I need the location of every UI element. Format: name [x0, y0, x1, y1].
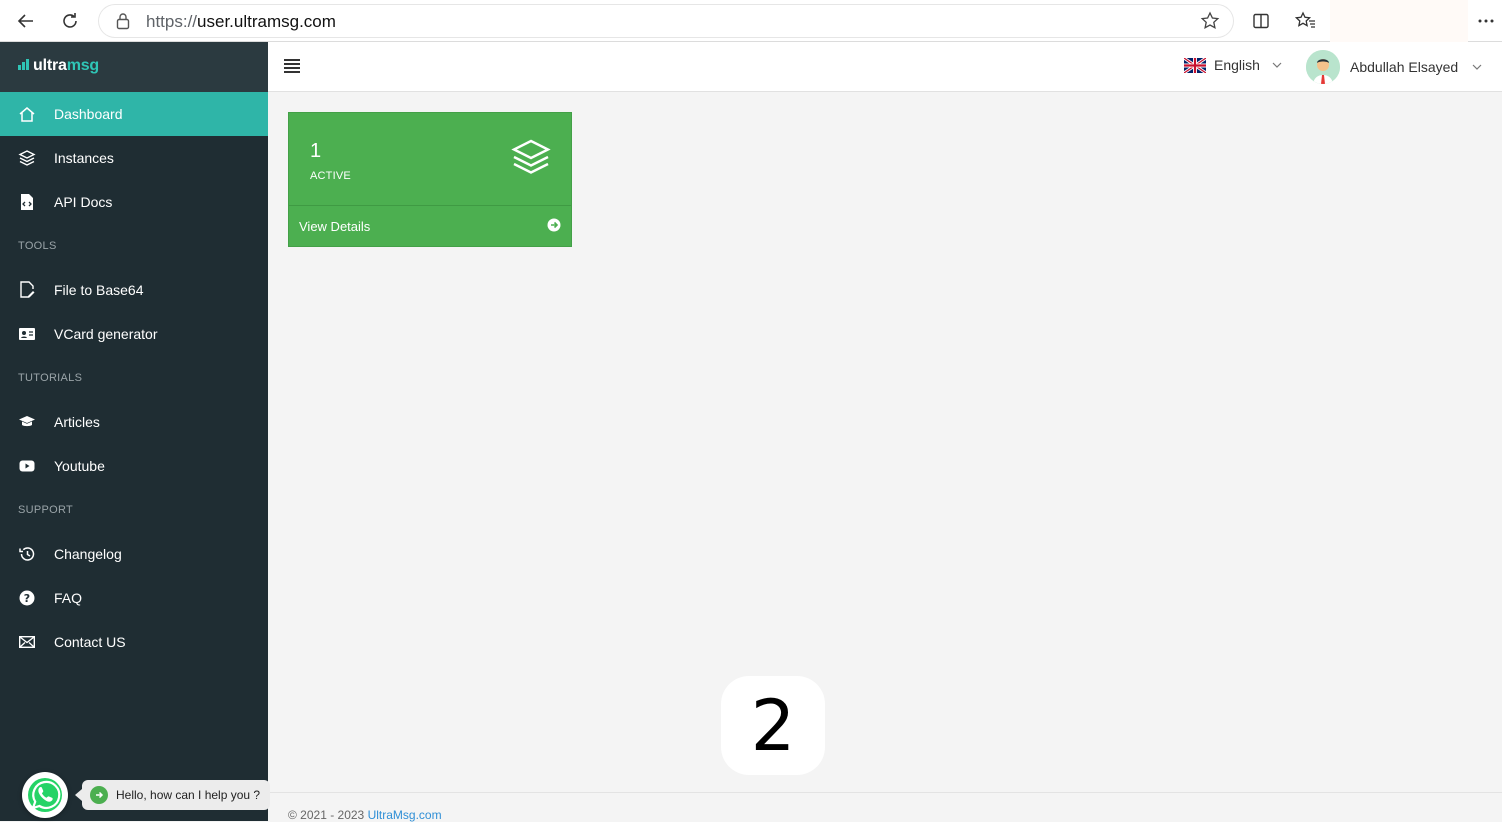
active-label: ACTIVE — [310, 170, 351, 182]
reload-icon[interactable] — [58, 9, 82, 33]
sidebar-item-label: Dashboard — [54, 106, 123, 122]
uk-flag-icon — [1184, 57, 1206, 73]
sidebar-item-label: FAQ — [54, 590, 83, 606]
sidebar-item-vcard-generator[interactable]: VCard generator — [0, 312, 268, 356]
sidebar-item-file-to-base64[interactable]: File to Base64 — [0, 268, 268, 312]
page-footer: © 2021 - 2023 UltraMsg.com — [288, 808, 442, 822]
section-title-support: SUPPORT — [18, 504, 74, 516]
svg-text:?: ? — [24, 592, 30, 605]
view-details-link[interactable]: View Details — [289, 205, 571, 246]
footer-divider — [268, 792, 1502, 793]
more-options-icon[interactable] — [1474, 9, 1498, 33]
whatsapp-chat-button[interactable] — [22, 772, 68, 818]
sidebar-item-label: File to Base64 — [54, 282, 144, 298]
whatsapp-greeting-bubble[interactable]: Hello, how can I help you ? — [74, 780, 271, 810]
sidebar-item-instances[interactable]: Instances — [0, 136, 268, 180]
user-name: Abdullah Elsayed — [1350, 59, 1459, 75]
browser-toolbar: https://user.ultramsg.com — [0, 0, 1502, 46]
file-edit-icon — [18, 281, 36, 299]
whatsapp-icon — [28, 778, 62, 812]
sidebar-item-dashboard[interactable]: Dashboard — [0, 92, 268, 136]
layers-icon — [511, 139, 551, 180]
view-details-label: View Details — [299, 218, 371, 234]
sidebar-item-label: Instances — [54, 150, 114, 166]
blank-overlay — [1330, 0, 1468, 46]
top-header: English Abdullah Elsayed — [268, 42, 1502, 92]
favorite-star-icon[interactable] — [1200, 11, 1220, 36]
whatsapp-message: Hello, how can I help you ? — [116, 788, 261, 802]
section-title-tutorials: TUTORIALS — [18, 372, 83, 384]
sidebar-item-changelog[interactable]: Changelog — [0, 532, 268, 576]
sidebar-item-api-docs[interactable]: API Docs — [0, 180, 268, 224]
sidebar: ultramsg Dashboard Instances API Docs TO… — [0, 42, 268, 821]
sidebar-nav: Dashboard Instances API Docs TOOLS File … — [0, 92, 268, 664]
youtube-icon — [18, 457, 36, 475]
sidebar-item-faq[interactable]: ? FAQ — [0, 576, 268, 620]
hamburger-menu-icon[interactable] — [284, 59, 300, 73]
footer-link-ultramsg[interactable]: UltraMsg.com — [368, 808, 442, 822]
section-title-tools: TOOLS — [18, 240, 57, 252]
arrow-circle-right-icon — [547, 218, 561, 235]
language-label: English — [1214, 57, 1260, 73]
url-text: https://user.ultramsg.com — [146, 12, 336, 31]
sidebar-item-youtube[interactable]: Youtube — [0, 444, 268, 488]
sidebar-item-label: Youtube — [54, 458, 105, 474]
home-icon — [18, 105, 36, 123]
address-bar[interactable]: https://user.ultramsg.com — [98, 4, 1234, 38]
graduation-cap-icon — [18, 413, 36, 431]
chevron-down-icon — [1272, 60, 1282, 71]
copyright-text: © 2021 - 2023 — [288, 808, 368, 822]
split-screen-icon[interactable] — [1249, 9, 1273, 33]
step-number-badge: 2 — [721, 676, 825, 775]
user-menu[interactable]: Abdullah Elsayed — [1306, 50, 1482, 84]
arrow-right-icon — [90, 786, 108, 804]
logo-bars-icon — [18, 58, 32, 70]
question-circle-icon: ? — [18, 589, 36, 607]
sidebar-item-label: Contact US — [54, 634, 126, 650]
brand-bar: ultramsg — [0, 42, 268, 92]
brand-logo[interactable]: ultramsg — [18, 57, 99, 75]
language-selector[interactable]: English — [1184, 57, 1282, 73]
active-count: 1 — [310, 140, 322, 162]
lock-icon — [116, 12, 130, 35]
favorites-icon[interactable] — [1294, 9, 1318, 33]
avatar — [1306, 50, 1340, 84]
history-icon — [18, 545, 36, 563]
sidebar-item-contact-us[interactable]: Contact US — [0, 620, 268, 664]
sidebar-item-label: VCard generator — [54, 326, 158, 342]
code-file-icon — [18, 193, 36, 211]
id-card-icon — [18, 325, 36, 343]
layers-icon — [18, 149, 36, 167]
sidebar-item-articles[interactable]: Articles — [0, 400, 268, 444]
back-arrow-icon[interactable] — [14, 9, 38, 33]
sidebar-item-label: API Docs — [54, 194, 113, 210]
chevron-down-icon — [1472, 62, 1482, 73]
envelope-icon — [18, 633, 36, 651]
sidebar-item-label: Articles — [54, 414, 100, 430]
sidebar-item-label: Changelog — [54, 546, 122, 562]
active-instances-card: 1 ACTIVE View Details — [288, 112, 572, 247]
